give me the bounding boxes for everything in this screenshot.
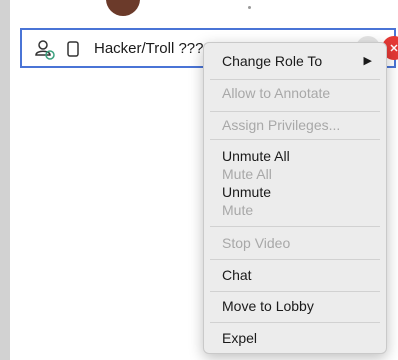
left-gutter [0, 0, 10, 360]
menu-item-stop-video: Stop Video [222, 235, 291, 251]
dot-indicator [248, 6, 251, 9]
menu-separator [210, 259, 380, 260]
menu-item-move-to-lobby[interactable]: Move to Lobby [204, 296, 386, 316]
menu-item-allow-annotate: Allow to Annotate [222, 85, 331, 101]
participant-context-menu[interactable]: Change Role To ▶ Allow to Annotate Assig… [203, 42, 387, 354]
user-icon [35, 40, 55, 60]
menu-item-mute-all: Mute All [222, 166, 272, 182]
phone-icon [67, 41, 79, 57]
menu-separator [210, 139, 380, 140]
avatar [106, 0, 140, 16]
menu-item-chat[interactable]: Chat [204, 265, 386, 285]
menu-item-mute: Mute [222, 202, 254, 218]
menu-item-unmute[interactable]: Unmute [204, 182, 386, 202]
menu-item-expel[interactable]: Expel [204, 328, 386, 348]
close-icon [390, 44, 398, 52]
previous-participant-row[interactable] [10, 0, 398, 22]
menu-item-change-role[interactable]: Change Role To ▶ [204, 51, 386, 71]
menu-separator [210, 79, 380, 80]
menu-item-unmute-all[interactable]: Unmute All [204, 146, 386, 166]
menu-separator [210, 111, 380, 112]
menu-separator [210, 322, 380, 323]
menu-item-assign-privileges: Assign Privileges... [222, 117, 341, 133]
chevron-right-icon: ▶ [363, 55, 372, 67]
menu-separator [210, 291, 380, 292]
menu-separator [210, 226, 380, 227]
